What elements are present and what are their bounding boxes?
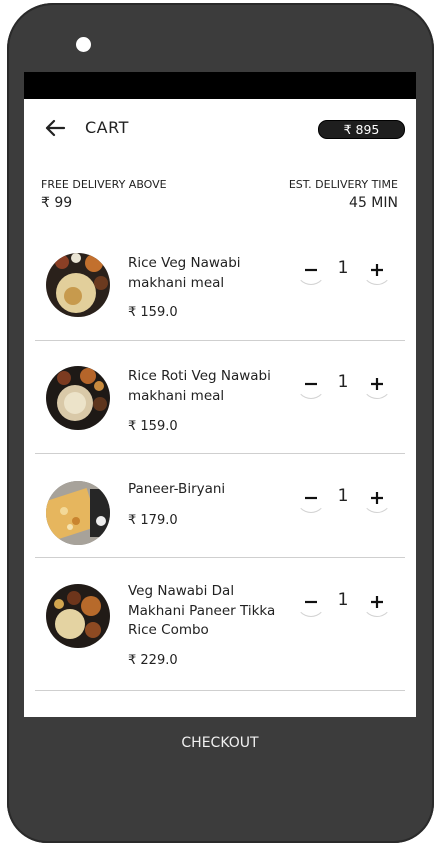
- divider: [35, 690, 405, 691]
- quantity-value: 1: [337, 486, 349, 506]
- plus-icon: [371, 378, 383, 390]
- increase-quantity-button[interactable]: [362, 587, 392, 617]
- increase-quantity-button[interactable]: [362, 369, 392, 399]
- arrow-left-icon[interactable]: [44, 119, 66, 137]
- minus-icon: [305, 268, 317, 272]
- quantity-value: 1: [337, 590, 349, 610]
- decrease-quantity-button[interactable]: [296, 369, 326, 399]
- delivery-time-label: EST. DELIVERY TIME: [288, 178, 398, 191]
- cart-item: Veg Nawabi Dal Makhani Paneer Tikka Rice…: [35, 558, 405, 691]
- quantity-stepper: 1: [294, 255, 392, 285]
- increase-quantity-button[interactable]: [362, 483, 392, 513]
- checkout-button[interactable]: CHECKOUT: [24, 717, 416, 769]
- plus-icon: [371, 492, 383, 504]
- page-title: CART: [85, 118, 129, 137]
- food-image: [46, 366, 110, 430]
- minus-icon: [305, 496, 317, 500]
- cart-total-badge: ₹ 895: [318, 120, 405, 139]
- free-delivery-label: FREE DELIVERY ABOVE: [41, 178, 167, 191]
- quantity-value: 1: [337, 372, 349, 392]
- item-price: ₹ 159.0: [128, 419, 178, 434]
- cart-item: Rice Veg Nawabi makhani meal ₹ 159.0 1: [35, 226, 405, 341]
- quantity-value: 1: [337, 258, 349, 278]
- minus-icon: [305, 600, 317, 604]
- plus-icon: [371, 596, 383, 608]
- status-bar: [24, 72, 416, 99]
- food-image: [46, 481, 110, 545]
- item-name: Rice Roti Veg Nawabi makhani meal: [128, 368, 271, 404]
- decrease-quantity-button[interactable]: [296, 587, 326, 617]
- plus-icon: [371, 264, 383, 276]
- cart-item: Paneer-Biryani ₹ 179.0 1: [35, 454, 405, 558]
- increase-quantity-button[interactable]: [362, 255, 392, 285]
- item-price: ₹ 159.0: [128, 305, 178, 320]
- food-image: [46, 253, 110, 317]
- decrease-quantity-button[interactable]: [296, 255, 326, 285]
- app-screen: CART ₹ 895 FREE DELIVERY ABOVE ₹ 99 EST.…: [24, 72, 416, 717]
- food-image: [46, 584, 110, 648]
- item-name: Paneer-Biryani: [128, 481, 226, 497]
- item-price: ₹ 229.0: [128, 653, 178, 668]
- item-name: Veg Nawabi Dal Makhani Paneer Tikka Rice…: [128, 583, 276, 638]
- app-header: CART ₹ 895: [24, 99, 416, 157]
- cart-item: Rice Roti Veg Nawabi makhani meal ₹ 159.…: [35, 341, 405, 454]
- decrease-quantity-button[interactable]: [296, 483, 326, 513]
- front-camera: [76, 37, 91, 52]
- item-price: ₹ 179.0: [128, 513, 178, 528]
- minus-icon: [305, 382, 317, 386]
- quantity-stepper: 1: [294, 483, 392, 513]
- delivery-time-value: 45 MIN: [349, 195, 398, 211]
- quantity-stepper: 1: [294, 587, 392, 617]
- free-delivery-value: ₹ 99: [41, 195, 73, 211]
- quantity-stepper: 1: [294, 369, 392, 399]
- item-name: Rice Veg Nawabi makhani meal: [128, 255, 241, 291]
